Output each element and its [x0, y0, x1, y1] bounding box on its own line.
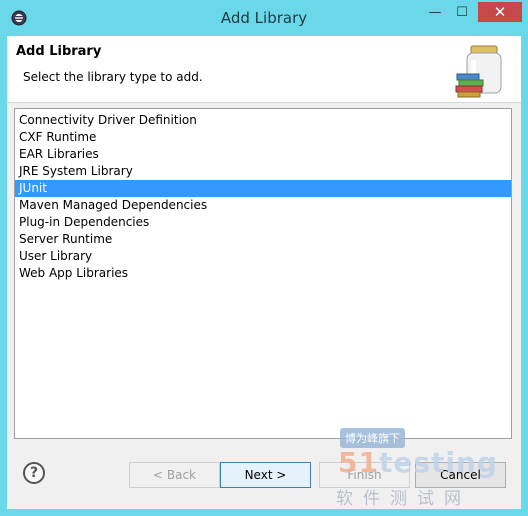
close-button[interactable]: ✕	[478, 2, 522, 22]
watermark-tagline: 博为峰旗下	[340, 428, 405, 448]
minimize-button[interactable]: —	[424, 2, 446, 22]
wizard-header: Add Library Select the library type to a…	[7, 36, 521, 103]
watermark: 博为峰旗下 51testing 软件测试网	[330, 428, 520, 512]
library-type-list[interactable]: Connectivity Driver Definition CXF Runti…	[14, 108, 512, 439]
maximize-button[interactable]: ☐	[451, 2, 473, 22]
header-title: Add Library	[16, 44, 102, 59]
header-description: Select the library type to add.	[23, 70, 203, 84]
list-item-ear-libraries[interactable]: EAR Libraries	[15, 146, 511, 163]
title-bar[interactable]: Add Library — ☐ ✕	[0, 0, 528, 36]
window-title: Add Library	[220, 9, 308, 27]
list-item-junit[interactable]: JUnit	[15, 180, 511, 197]
watermark-site-name: 软件测试网	[336, 489, 471, 509]
list-item-user-library[interactable]: User Library	[15, 248, 511, 265]
watermark-logo-text: testing	[378, 446, 498, 479]
dialog-window: Add Library — ☐ ✕ Add Library Select the…	[0, 0, 528, 516]
list-item-maven-managed-dependencies[interactable]: Maven Managed Dependencies	[15, 197, 511, 214]
watermark-logo: 51testing	[338, 446, 498, 479]
list-item-web-app-libraries[interactable]: Web App Libraries	[15, 265, 511, 282]
help-button[interactable]: ?	[23, 462, 45, 484]
watermark-logo-number: 51	[338, 446, 379, 479]
list-item-cxf-runtime[interactable]: CXF Runtime	[15, 129, 511, 146]
next-button[interactable]: Next >	[220, 462, 311, 488]
list-item-plug-in-dependencies[interactable]: Plug-in Dependencies	[15, 214, 511, 231]
list-item-connectivity-driver-definition[interactable]: Connectivity Driver Definition	[15, 112, 511, 129]
library-jar-icon	[455, 45, 502, 98]
list-item-jre-system-library[interactable]: JRE System Library	[15, 163, 511, 180]
list-item-server-runtime[interactable]: Server Runtime	[15, 231, 511, 248]
back-button[interactable]: < Back	[129, 462, 220, 488]
